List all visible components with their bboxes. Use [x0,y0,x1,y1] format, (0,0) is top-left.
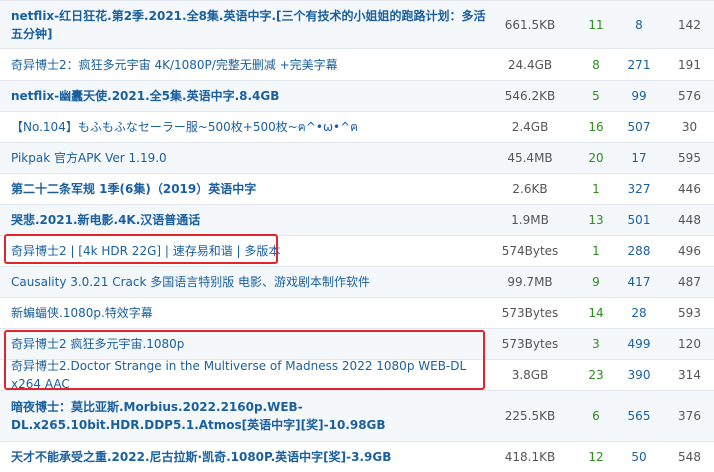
leechers-link[interactable]: 565 [614,391,664,441]
file-size: 1.9MB [511,213,549,227]
torrent-title-link[interactable]: 第二十二条军规 1季(6集)（2019）英语中字 [11,174,491,204]
torrent-title-link[interactable]: Causality 3.0.21 Crack 多国语言特别版 电影、游戏剧本制作… [11,267,491,297]
torrent-title-link[interactable]: 天才不能承受之重.2022.尼古拉斯·凯奇.1080P.英语中字[奖]-3.9G… [11,442,491,472]
leechers-link[interactable]: 17 [614,143,664,173]
file-size: 574Bytes [501,244,559,258]
completed-count: 191 [678,57,701,72]
table-row: 奇异博士2 | [4k HDR 22G] | 速存易和谐 | 多版本 574Byt… [0,235,714,266]
table-row: Pikpak 官方APK Ver 1.19.0 45.4MB 20 17 595 [0,142,714,173]
completed-count: 376 [678,409,701,423]
file-size: 2.6KB [512,182,548,196]
file-size: 573Bytes [501,306,559,320]
file-size: 418.1KB [504,450,556,464]
table-row: 奇异博士2.Doctor Strange in the Multiverse o… [0,359,714,391]
file-size: 2.4GB [511,120,549,134]
leechers-link[interactable]: 271 [614,49,664,80]
leechers-link[interactable]: 288 [614,236,664,266]
completed-count: 30 [681,120,698,134]
leechers-link[interactable]: 28 [614,298,664,328]
leechers-link[interactable]: 99 [614,81,664,111]
torrent-title-link[interactable]: Pikpak 官方APK Ver 1.19.0 [11,143,491,173]
table-row: 天才不能承受之重.2022.尼古拉斯·凯奇.1080P.英语中字[奖]-3.9G… [0,441,714,472]
file-size: 546.2KB [504,89,556,103]
leechers-link[interactable]: 8 [614,1,664,48]
completed-count: 446 [678,182,701,196]
completed-count: 576 [678,89,701,103]
torrent-title-link[interactable]: 奇异博士2.Doctor Strange in the Multiverse o… [11,359,491,391]
torrent-title-link[interactable]: 奇异博士2 | [4k HDR 22G] | 速存易和谐 | 多版本 [11,236,491,266]
completed-count: 448 [678,213,701,227]
torrent-title-link[interactable]: 【No.104】もふもふなセーラー服~500枚+500枚~ฅ^•ω•^ฅ [11,112,491,142]
torrent-title-link[interactable]: 新蝙蝠侠.1080p.特效字幕 [11,298,491,328]
completed-count: 120 [678,337,701,351]
completed-count: 496 [678,244,701,258]
completed-count: 595 [678,151,701,165]
completed-count: 548 [678,450,701,464]
torrent-title-link[interactable]: 哭悲.2021.新电影.4K.汉语普通话 [11,205,491,235]
file-size: 573Bytes [501,337,559,351]
table-row: 【No.104】もふもふなセーラー服~500枚+500枚~ฅ^•ω•^ฅ 2.4G… [0,111,714,142]
completed-count: 314 [678,368,701,382]
table-row: 新蝙蝠侠.1080p.特效字幕 573Bytes 14 28 593 [0,297,714,328]
file-size: 99.7MB [507,275,553,289]
completed-count: 487 [678,275,701,289]
file-size: 225.5KB [504,409,556,423]
table-row: netflix-幽蠹天使.2021.全5集.英语中字.8.4GB 546.2KB 5… [0,80,714,111]
leechers-link[interactable]: 327 [614,174,664,204]
leechers-link[interactable]: 501 [614,205,664,235]
table-row: Causality 3.0.21 Crack 多国语言特别版 电影、游戏剧本制作… [0,266,714,297]
table-row: 奇异博士2：疯狂多元宇宙 4K/1080P/完整无删减 +完美字幕 24.4GB 8… [0,48,714,80]
table-row: 第二十二条军规 1季(6集)（2019）英语中字 2.6KB 1 327 446 [0,173,714,204]
table-row: 哭悲.2021.新电影.4K.汉语普通话 1.9MB 13 501 448 [0,204,714,235]
torrent-title-link[interactable]: netflix-红日狂花.第2季.2021.全8集.英语中字.[三个有技术的小姐… [11,1,491,48]
torrent-title-link[interactable]: 奇异博士2 疯狂多元宇宙.1080p [11,329,491,359]
leechers-link[interactable]: 50 [614,442,664,472]
leechers-link[interactable]: 507 [614,112,664,142]
torrent-title-link[interactable]: 奇异博士2：疯狂多元宇宙 4K/1080P/完整无删减 +完美字幕 [11,49,491,80]
file-size: 45.4MB [507,151,553,165]
file-size: 3.8GB [511,368,549,382]
table-row: 暗夜博士：莫比亚斯.Morbius.2022.2160p.WEB-DL.x265… [0,390,714,441]
file-size: 24.4GB [507,57,553,72]
completed-count: 593 [678,306,701,320]
leechers-link[interactable]: 499 [614,329,664,359]
file-size: 661.5KB [504,17,556,32]
table-row: 奇异博士2 疯狂多元宇宙.1080p 573Bytes 3 499 120 [0,328,714,359]
leechers-link[interactable]: 390 [614,360,664,390]
leechers-link[interactable]: 417 [614,267,664,297]
table-row: netflix-红日狂花.第2季.2021.全8集.英语中字.[三个有技术的小姐… [0,0,714,48]
torrent-title-link[interactable]: 暗夜博士：莫比亚斯.Morbius.2022.2160p.WEB-DL.x265… [11,391,491,441]
torrent-title-link[interactable]: netflix-幽蠹天使.2021.全5集.英语中字.8.4GB [11,81,491,111]
completed-count: 142 [678,17,701,32]
